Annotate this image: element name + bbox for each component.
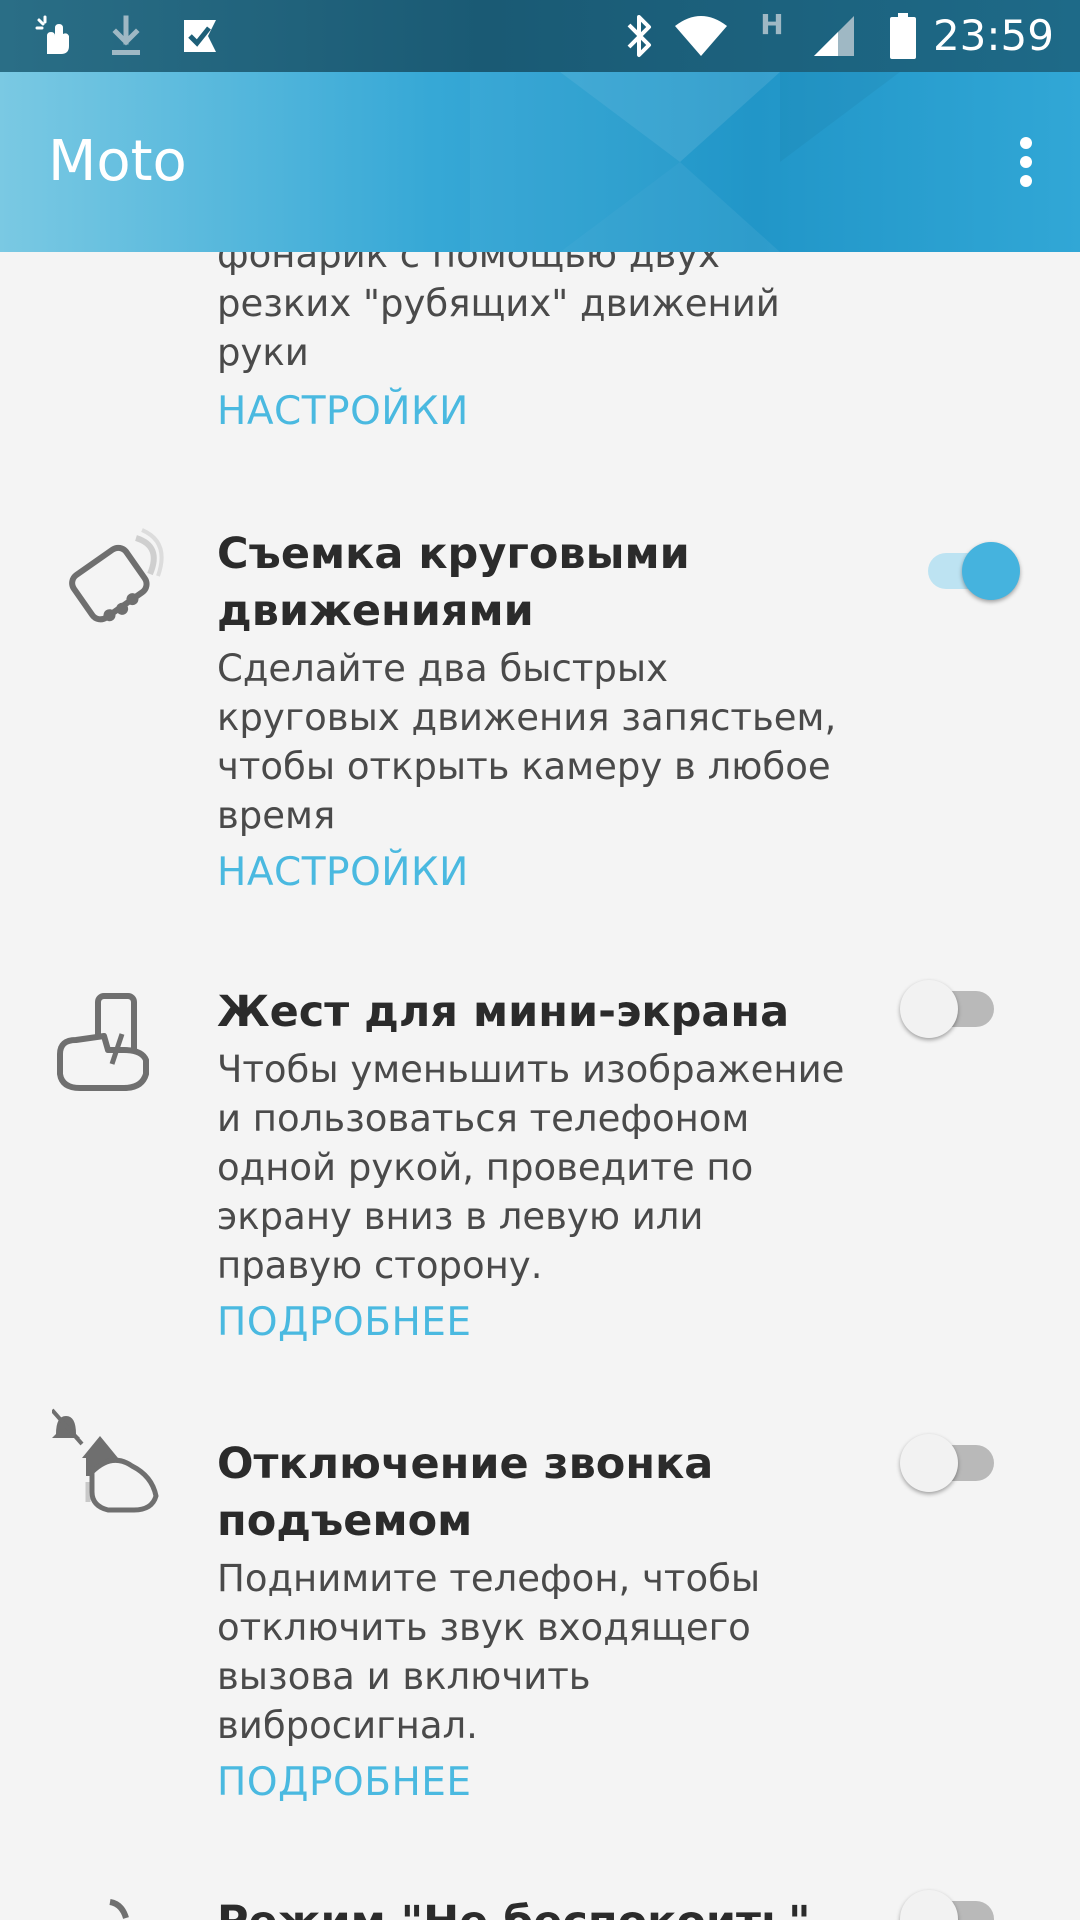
app-bar: Moto [0, 72, 1080, 252]
lift-to-silence-icon [50, 1406, 172, 1526]
do-not-disturb-toggle[interactable] [900, 1884, 1000, 1920]
network-type-label: H [760, 7, 784, 41]
twist-camera-desc: Сделайте два быстрых круговых движения з… [217, 647, 837, 837]
battery-icon [888, 0, 918, 72]
list-item-lift-to-silence[interactable]: Отключение звонка подъемом Поднимите тел… [0, 1408, 1080, 1866]
twist-camera-settings-link[interactable]: НАСТРОЙКИ [217, 850, 857, 895]
do-not-disturb-icon [50, 1894, 170, 1920]
list-item-one-hand-mode[interactable]: Жест для мини-экрана Чтобы уменьшить изо… [0, 980, 1080, 1414]
bluetooth-icon [622, 0, 658, 72]
check-notification-icon [176, 0, 224, 72]
toggle-thumb [900, 980, 958, 1038]
lift-to-silence-text: Отключение звонка подъемом Поднимите тел… [217, 1436, 857, 1805]
one-hand-mode-desc: Чтобы уменьшить изображение и пользовать… [217, 1048, 845, 1287]
lift-to-silence-title: Отключение звонка подъемом [217, 1439, 714, 1546]
toggle-thumb [962, 542, 1020, 600]
app-title: Moto [48, 129, 187, 194]
lift-to-silence-toggle[interactable] [900, 1428, 1000, 1492]
do-not-disturb-title: Режим "Не беспокоить" [217, 1894, 857, 1920]
list-item-twist-camera[interactable]: Съемка круговыми движениями Сделайте два… [0, 526, 1080, 986]
gesture-notification-icon [30, 0, 80, 72]
toggle-thumb [900, 1890, 958, 1920]
twist-camera-title: Съемка круговыми движениями [217, 529, 690, 636]
one-hand-mode-more-link[interactable]: ПОДРОБНЕЕ [217, 1300, 857, 1345]
twist-camera-toggle[interactable] [918, 536, 1020, 600]
partial-item-settings-link[interactable]: НАСТРОЙКИ [217, 387, 857, 436]
one-hand-mode-toggle[interactable] [900, 974, 1000, 1038]
wifi-icon [672, 0, 730, 72]
one-hand-phone-icon [50, 984, 170, 1104]
twist-camera-icon [50, 526, 170, 646]
download-icon [104, 0, 148, 72]
partial-item-desc: фонарик с помощью двух резких "рубящих" … [217, 252, 780, 374]
lift-to-silence-desc: Поднимите телефон, чтобы отключить звук … [217, 1557, 761, 1747]
lift-to-silence-more-link[interactable]: ПОДРОБНЕЕ [217, 1760, 857, 1805]
list-item-do-not-disturb[interactable]: Режим "Не беспокоить" [0, 1890, 1080, 1920]
one-hand-mode-text: Жест для мини-экрана Чтобы уменьшить изо… [217, 984, 857, 1345]
overflow-menu-icon[interactable] [1002, 130, 1050, 194]
signal-icon [812, 0, 856, 72]
screen: H 23:59 Moto фонарик с помощью двух резк… [0, 0, 1080, 1920]
partial-item: фонарик с помощью двух резких "рубящих" … [217, 252, 857, 436]
settings-list[interactable]: фонарик с помощью двух резких "рубящих" … [0, 252, 1080, 1920]
status-bar: H 23:59 [0, 0, 1080, 72]
twist-camera-text: Съемка круговыми движениями Сделайте два… [217, 526, 857, 895]
toggle-thumb [900, 1434, 958, 1492]
status-time: 23:59 [932, 11, 1054, 60]
do-not-disturb-text: Режим "Не беспокоить" [217, 1894, 857, 1920]
one-hand-mode-title: Жест для мини-экрана [217, 987, 790, 1037]
